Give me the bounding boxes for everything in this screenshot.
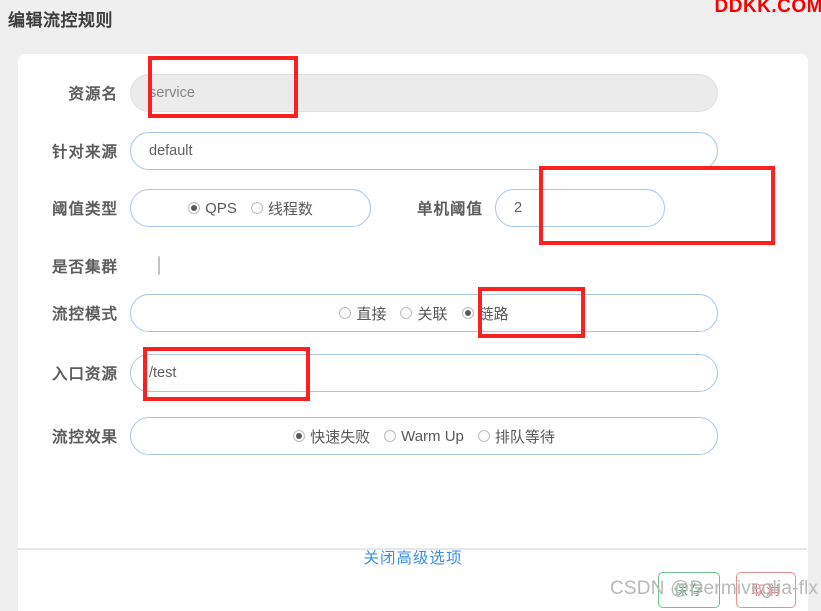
radio-option-associated[interactable]: 关联 <box>400 303 448 324</box>
watermark-top: DDKK.COM <box>714 0 821 17</box>
cluster-checkbox[interactable] <box>158 256 160 275</box>
form-row-flow-effect: 流控效果 快速失败 Warm Up 排队等待 <box>18 417 808 455</box>
label-threshold-type: 阈值类型 <box>51 201 118 218</box>
radio-dot-direct <box>339 307 352 319</box>
origin-input[interactable]: default <box>130 132 718 170</box>
label-flow-mode: 流控模式 <box>51 306 118 323</box>
flow-effect-radio-group[interactable]: 快速失败 Warm Up 排队等待 <box>130 417 718 455</box>
form-row-origin: 针对来源 default <box>18 132 808 170</box>
form-row-entry-resource: 入口资源 /test <box>18 354 808 392</box>
radio-label-thread-count: 线程数 <box>267 200 313 218</box>
radio-label-warm-up: Warm Up <box>401 427 464 445</box>
radio-dot-fast-fail <box>293 430 306 442</box>
cluster-checkbox-wrap[interactable] <box>130 256 160 275</box>
radio-label-queue-wait: 排队等待 <box>494 428 555 446</box>
form-row-flow-mode: 流控模式 直接 关联 链路 <box>18 294 808 332</box>
radio-dot-queue-wait <box>477 430 490 442</box>
flow-mode-radio-group[interactable]: 直接 关联 链路 <box>130 294 718 332</box>
entry-resource-input[interactable]: /test <box>130 354 718 392</box>
label-flow-effect: 流控效果 <box>51 429 118 446</box>
edit-flow-rule-card: 资源名 service 针对来源 default 阈值类型 QPS 线程数 单机… <box>18 54 808 611</box>
radio-dot-warm-up <box>384 430 397 442</box>
radio-label-fast-fail: 快速失败 <box>310 428 371 446</box>
radio-option-chain[interactable]: 链路 <box>461 303 509 324</box>
cancel-button[interactable]: 取消 <box>736 572 796 608</box>
form-row-threshold-type: 阈值类型 QPS 线程数 单机阈值 2 <box>18 189 808 227</box>
resource-name-input[interactable]: service <box>130 74 718 112</box>
label-origin: 针对来源 <box>51 144 118 161</box>
radio-label-associated: 关联 <box>417 305 448 323</box>
page-title: 编辑流控规则 <box>8 11 113 30</box>
footer-divider <box>17 548 807 550</box>
label-entry-resource: 入口资源 <box>51 366 118 383</box>
radio-option-direct[interactable]: 直接 <box>339 303 386 324</box>
save-button[interactable]: 保存 <box>658 572 720 608</box>
label-resource-name: 资源名 <box>68 86 118 103</box>
threshold-type-radio-group[interactable]: QPS 线程数 <box>130 189 371 227</box>
label-single-threshold: 单机阈值 <box>416 201 483 218</box>
radio-dot-associated <box>400 307 413 319</box>
radio-dot-chain <box>461 307 474 319</box>
radio-dot-thread-count <box>250 202 263 214</box>
radio-label-qps: QPS <box>205 199 237 217</box>
single-threshold-input[interactable]: 2 <box>495 189 665 227</box>
radio-option-fast-fail[interactable]: 快速失败 <box>293 426 370 447</box>
radio-label-direct: 直接 <box>356 305 387 323</box>
radio-dot-qps <box>188 202 201 214</box>
radio-label-chain: 链路 <box>478 305 509 323</box>
radio-option-thread-count[interactable]: 线程数 <box>250 198 313 219</box>
radio-option-qps[interactable]: QPS <box>188 200 237 217</box>
form-row-resource-name: 资源名 service <box>18 74 808 112</box>
form-row-cluster: 是否集群 <box>18 247 808 285</box>
label-cluster: 是否集群 <box>51 259 118 276</box>
radio-option-warm-up[interactable]: Warm Up <box>384 428 464 445</box>
radio-option-queue-wait[interactable]: 排队等待 <box>477 426 555 447</box>
